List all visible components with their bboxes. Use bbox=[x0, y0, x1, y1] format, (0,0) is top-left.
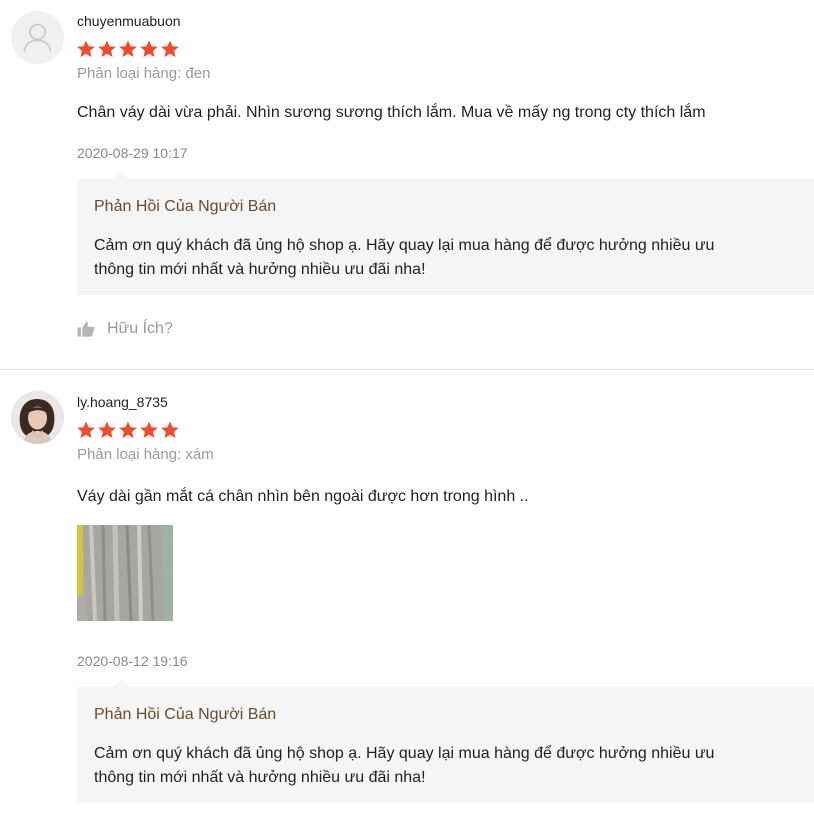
rating-stars bbox=[76, 39, 181, 59]
review-variation: Phân loại hàng: xám bbox=[77, 446, 214, 463]
star-icon bbox=[119, 421, 137, 438]
review-timestamp: 2020-08-29 10:17 bbox=[77, 145, 188, 161]
avatar[interactable] bbox=[11, 391, 64, 444]
review-divider bbox=[0, 369, 814, 370]
star-icon bbox=[161, 40, 179, 57]
avatar[interactable] bbox=[11, 11, 64, 64]
review-content: Váy dài gần mắt cá chân nhìn bên ngoài đ… bbox=[77, 488, 529, 505]
seller-reply-line: Cảm ơn quý khách đã ủng hộ shop ạ. Hãy q… bbox=[94, 237, 715, 254]
star-icon bbox=[140, 421, 158, 438]
seller-reply-line: thông tin mới nhất và hưởng nhiều ưu đãi… bbox=[94, 769, 426, 786]
reply-pointer bbox=[113, 679, 129, 687]
seller-reply-text: Cảm ơn quý khách đã ủng hộ shop ạ. Hãy q… bbox=[94, 742, 814, 790]
helpful-button[interactable]: Hữu Ích? bbox=[77, 320, 173, 344]
star-icon bbox=[161, 421, 179, 438]
review-username[interactable]: ly.hoang_8735 bbox=[77, 394, 168, 410]
review-photo bbox=[77, 525, 173, 621]
review-timestamp: 2020-08-12 19:16 bbox=[77, 653, 188, 669]
user-outline-icon bbox=[23, 23, 52, 52]
star-icon bbox=[119, 40, 137, 57]
helpful-label: Hữu Ích? bbox=[107, 320, 173, 337]
star-icon bbox=[77, 421, 95, 438]
review-username[interactable]: chuyenmuabuon bbox=[77, 13, 181, 29]
review-variation: Phân loại hàng: đen bbox=[77, 65, 211, 82]
seller-reply: Phản Hồi Của Người Bán Cảm ơn quý khách … bbox=[77, 171, 814, 295]
seller-reply-line: Cảm ơn quý khách đã ủng hộ shop ạ. Hãy q… bbox=[94, 745, 715, 762]
review-photo-thumbnail[interactable] bbox=[77, 525, 173, 621]
seller-reply-text: Cảm ơn quý khách đã ủng hộ shop ạ. Hãy q… bbox=[94, 234, 814, 282]
review-item: ly.hoang_8735 Phân loại hàng: xám Váy dà… bbox=[0, 371, 814, 814]
star-icon bbox=[140, 40, 158, 57]
seller-reply-title: Phản Hồi Của Người Bán bbox=[94, 706, 277, 723]
seller-reply-title: Phản Hồi Của Người Bán bbox=[94, 198, 277, 215]
thumbs-up-icon bbox=[77, 321, 95, 337]
seller-reply-line: thông tin mới nhất và hưởng nhiều ưu đãi… bbox=[94, 261, 426, 278]
review-content: Chân váy dài vừa phải. Nhìn sương sương … bbox=[77, 104, 706, 121]
reply-pointer bbox=[113, 171, 129, 179]
rating-stars bbox=[76, 420, 181, 440]
user-photo bbox=[11, 391, 64, 444]
seller-reply: Phản Hồi Của Người Bán Cảm ơn quý khách … bbox=[77, 679, 814, 803]
star-icon bbox=[77, 40, 95, 57]
review-item: chuyenmuabuon Phân loại hàng: đen Chân v… bbox=[0, 0, 814, 370]
star-icon bbox=[98, 40, 116, 57]
product-reviews-list: chuyenmuabuon Phân loại hàng: đen Chân v… bbox=[0, 0, 814, 814]
star-icon bbox=[98, 421, 116, 438]
